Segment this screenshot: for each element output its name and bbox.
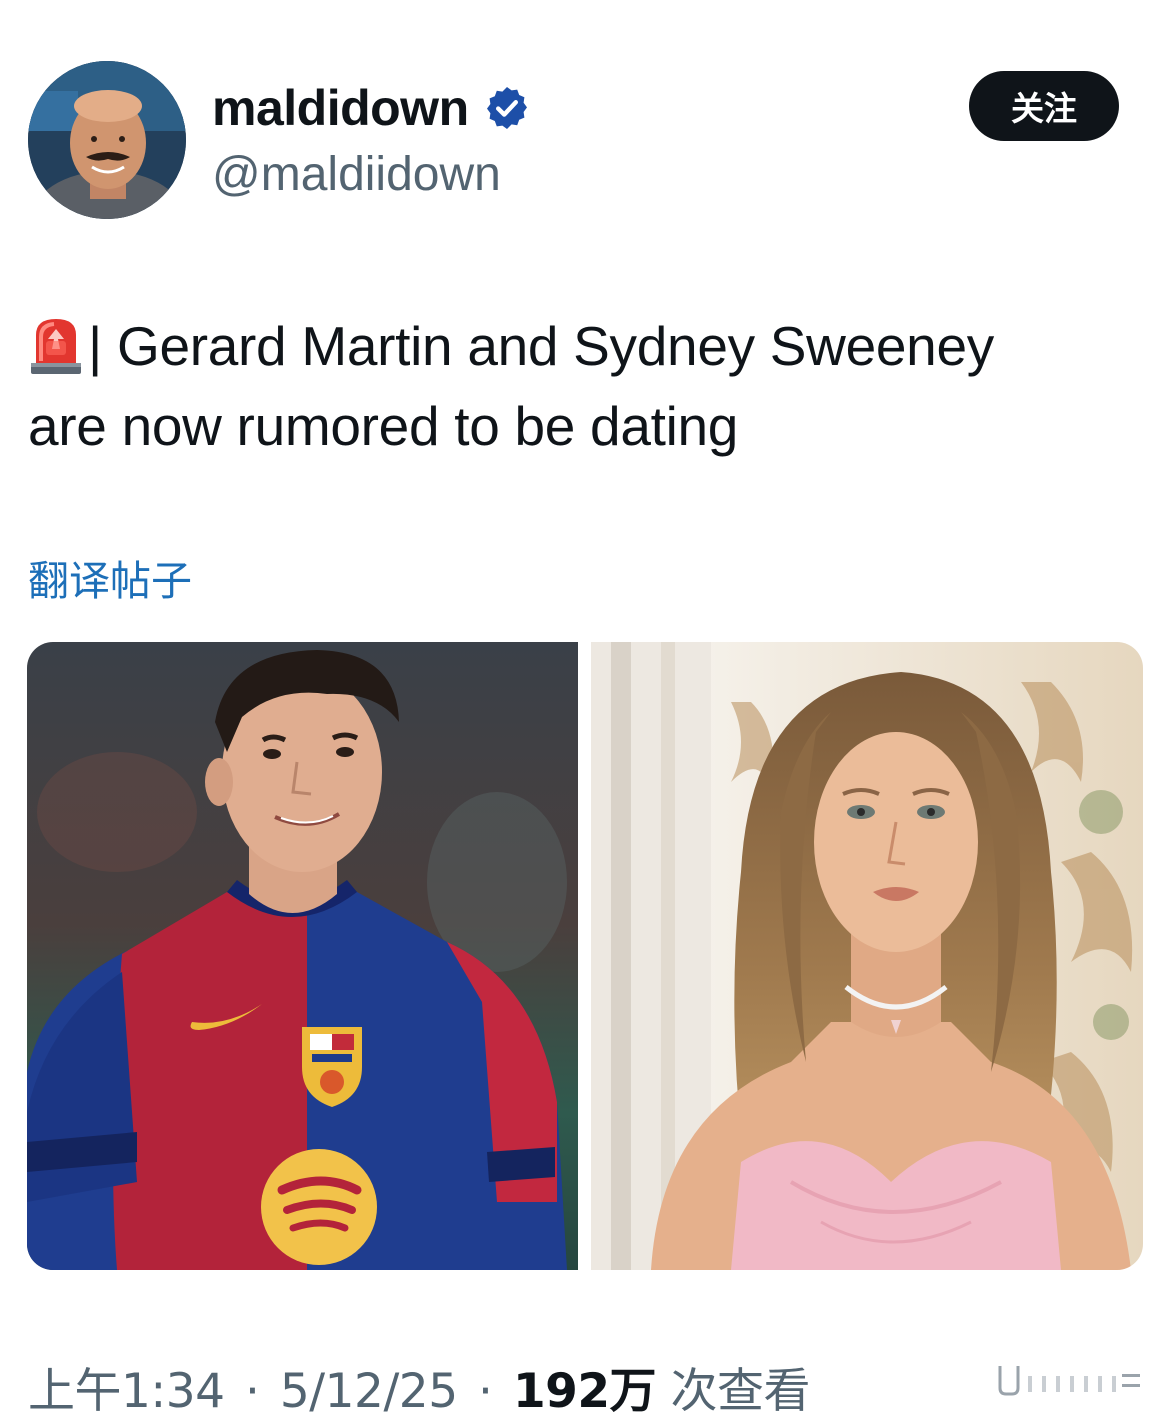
analytics-icon[interactable]	[982, 1362, 1142, 1396]
siren-icon	[28, 313, 84, 375]
tweet-meta: 上午1:34 · 5/12/25 · 192万 次查看	[28, 1352, 811, 1418]
meta-separator: ·	[245, 1364, 260, 1418]
display-name[interactable]: maldidown	[212, 79, 469, 137]
follow-button[interactable]: 关注	[969, 71, 1119, 141]
photo-right[interactable]	[591, 642, 1143, 1270]
tweet-date[interactable]: 5/12/25	[280, 1364, 458, 1418]
media-grid	[27, 642, 1143, 1270]
portrait-photo	[591, 642, 1143, 1270]
display-name-row[interactable]: maldidown	[212, 76, 531, 140]
tweet-detail: maldidown @maldiidown 关注 | Gerard Martin…	[0, 0, 1170, 1418]
views-count: 192万	[512, 1364, 657, 1418]
avatar-image	[28, 61, 186, 219]
photo-left[interactable]	[27, 642, 578, 1270]
tweet-time[interactable]: 上午1:34	[28, 1364, 225, 1418]
avatar[interactable]	[28, 61, 186, 219]
tweet-text-line-1: | Gerard Martin and Sydney Sweeney	[88, 315, 994, 377]
meta-separator: ·	[478, 1364, 493, 1418]
tweet-text: | Gerard Martin and Sydney Sweeney are n…	[28, 306, 1138, 466]
views-label: 次查看	[670, 1364, 811, 1418]
tweet-text-line-2: are now rumored to be dating	[28, 395, 739, 457]
translate-post-link[interactable]: 翻译帖子	[28, 547, 192, 607]
football-player-photo	[27, 642, 578, 1270]
verified-badge-icon	[483, 84, 531, 132]
author-handle[interactable]: @maldiidown	[212, 147, 501, 202]
